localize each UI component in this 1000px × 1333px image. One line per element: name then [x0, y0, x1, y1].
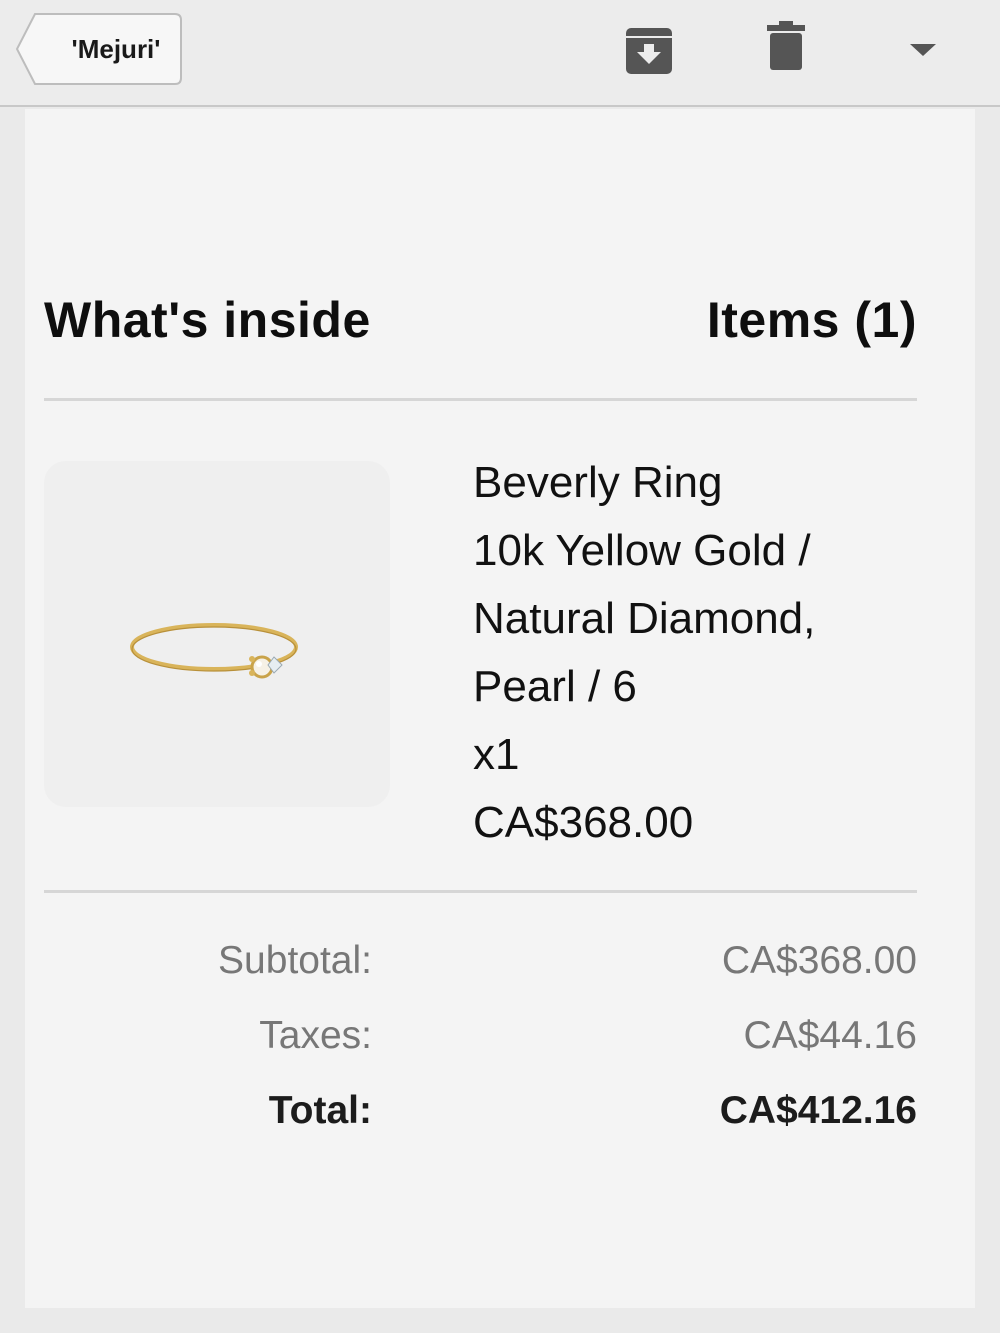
product-variant: Natural Diamond, [473, 594, 816, 643]
product-variant: Pearl / 6 [473, 662, 637, 711]
subtotal-value: CA$368.00 [721, 939, 917, 982]
mail-toolbar: 'Mejuri' [0, 0, 1000, 107]
back-button-label: 'Mejuri' [71, 33, 161, 64]
product-details: Beverly Ring 10k Yellow Gold / Natural D… [473, 449, 913, 857]
order-summary: Subtotal: CA$368.00 Taxes: CA$44.16 Tota… [44, 939, 917, 1164]
subtotal-label: Subtotal: [218, 939, 372, 982]
product-name: Beverly Ring [473, 458, 723, 507]
total-row: Total: CA$412.16 [44, 1089, 917, 1164]
total-value: CA$412.16 [719, 1089, 917, 1132]
divider [44, 398, 917, 401]
back-button[interactable]: 'Mejuri' [15, 12, 183, 86]
archive-icon[interactable] [624, 22, 674, 81]
product-price: CA$368.00 [473, 798, 694, 847]
taxes-label: Taxes: [259, 1014, 372, 1057]
taxes-row: Taxes: CA$44.16 [44, 1014, 917, 1089]
product-quantity: x1 [473, 730, 520, 779]
product-variant: 10k Yellow Gold / [473, 526, 811, 575]
divider [44, 890, 917, 893]
chevron-down-icon[interactable] [908, 42, 938, 63]
section-title: What's inside [44, 292, 371, 348]
ring-image [130, 623, 298, 679]
subtotal-row: Subtotal: CA$368.00 [44, 939, 917, 1014]
items-count: Items (1) [706, 292, 917, 348]
product-image[interactable] [44, 461, 390, 807]
taxes-value: CA$44.16 [743, 1014, 917, 1057]
email-body: What's inside Items (1) Beverly Ring 10k… [25, 109, 975, 1308]
total-label: Total: [268, 1089, 372, 1132]
order-heading-row: What's inside Items (1) [44, 291, 917, 351]
trash-icon[interactable] [766, 20, 806, 77]
